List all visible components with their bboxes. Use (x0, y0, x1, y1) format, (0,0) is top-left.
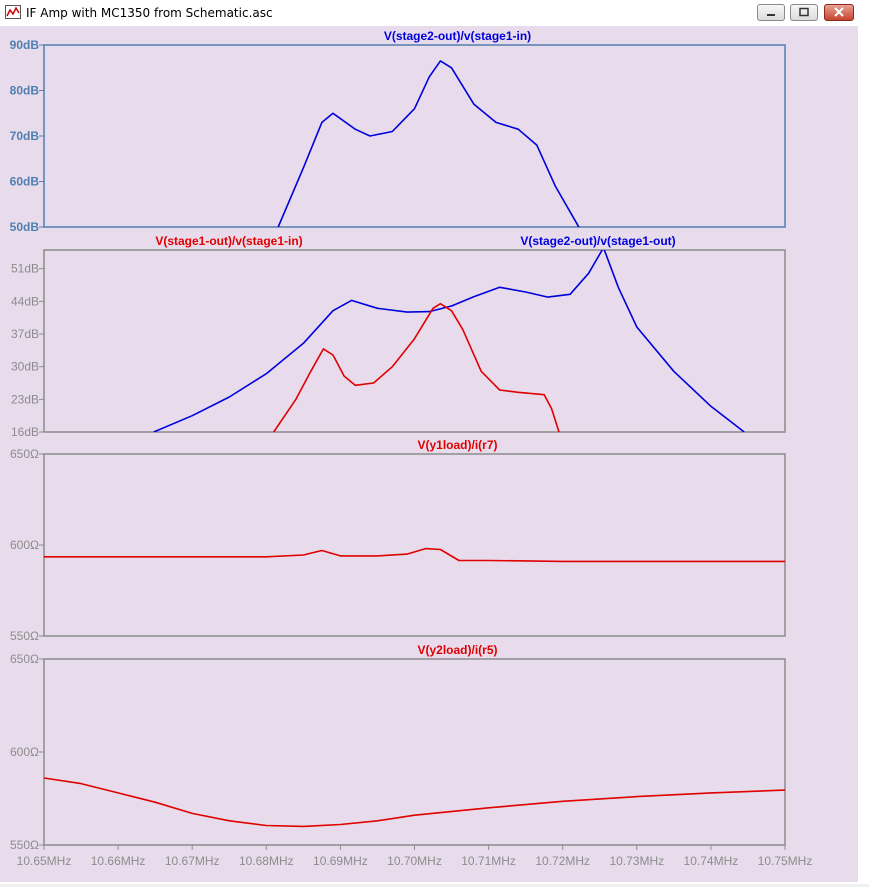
x-tick-label: 10.73MHz (609, 854, 664, 868)
waveform-app-icon (5, 5, 21, 19)
close-icon (834, 7, 844, 17)
pane-frame (43, 44, 786, 228)
x-tick-label: 10.72MHz (535, 854, 590, 868)
y-tick-label: 23dB (11, 392, 39, 406)
y-tick-label: 30dB (11, 360, 39, 374)
plot-window: IF Amp with MC1350 from Schematic.asc 90… (0, 0, 869, 884)
x-tick-label: 10.67MHz (165, 854, 220, 868)
series-line-1 (277, 60, 580, 227)
x-tick-label: 10.69MHz (313, 854, 368, 868)
maximize-icon (799, 7, 809, 17)
chart-title: V(y2load)/i(r5) (417, 643, 497, 657)
x-tick-label: 10.68MHz (239, 854, 294, 868)
maximize-button[interactable] (790, 4, 818, 21)
x-tick-label: 10.66MHz (91, 854, 146, 868)
y-tick-label: 70dB (10, 129, 40, 143)
y-tick-label: 600Ω (10, 745, 39, 759)
legend-entry: V(stage1-out)/v(stage1-in) (155, 234, 302, 248)
y-tick-label: 16dB (11, 425, 39, 439)
y-tick-label: 550Ω (10, 838, 39, 852)
window-title: IF Amp with MC1350 from Schematic.asc (26, 6, 273, 20)
chart-pane-1 (39, 44, 786, 228)
right-edge-panel (858, 26, 869, 882)
pane-frame (43, 658, 786, 846)
minimize-icon (767, 14, 775, 16)
chart-title: V(y1load)/i(r7) (417, 438, 497, 452)
waveform-plots-svg: 90dB 80dB 70dB 60dB 50dB V(stage2-out)/v(stag… (10, 29, 813, 868)
y-tick-label: 600Ω (10, 538, 39, 552)
x-tick-label: 10.65MHz (17, 854, 72, 868)
minimize-button[interactable] (757, 4, 785, 21)
chart-title: V(stage2-out)/v(stage1-in) (384, 29, 531, 43)
x-tick-label: 10.75MHz (758, 854, 813, 868)
pane-frame (43, 453, 786, 637)
y-tick-label: 80dB (10, 84, 40, 98)
pane-frame (43, 249, 786, 433)
close-button[interactable] (824, 4, 854, 21)
series-line-1 (44, 777, 785, 828)
y-tick-label: 550Ω (10, 629, 39, 643)
x-tick-label: 10.71MHz (461, 854, 516, 868)
waveform-plot-area[interactable]: 90dB 80dB 70dB 60dB 50dB V(stage2-out)/v(stag… (0, 26, 858, 882)
legend-entry: V(stage2-out)/v(stage1-out) (520, 234, 675, 248)
y-tick-label: 90dB (10, 38, 40, 52)
y-tick-label: 60dB (10, 175, 40, 189)
y-tick-label: 650Ω (10, 447, 39, 461)
y-tick-label: 50dB (10, 220, 40, 234)
series-line-1 (153, 250, 745, 432)
series-line-2 (273, 302, 560, 432)
y-tick-label: 37dB (11, 327, 39, 341)
x-tick-label: 10.74MHz (684, 854, 739, 868)
x-tick-label: 10.70MHz (387, 854, 442, 868)
y-tick-label: 51dB (11, 262, 39, 276)
series-line-1 (44, 547, 785, 563)
y-tick-label: 650Ω (10, 652, 39, 666)
chart-pane-4 (39, 658, 786, 846)
title-bar[interactable]: IF Amp with MC1350 from Schematic.asc (0, 0, 869, 26)
chart-pane-2 (39, 249, 786, 433)
y-tick-label: 44dB (11, 294, 39, 308)
chart-pane-3 (39, 453, 786, 637)
